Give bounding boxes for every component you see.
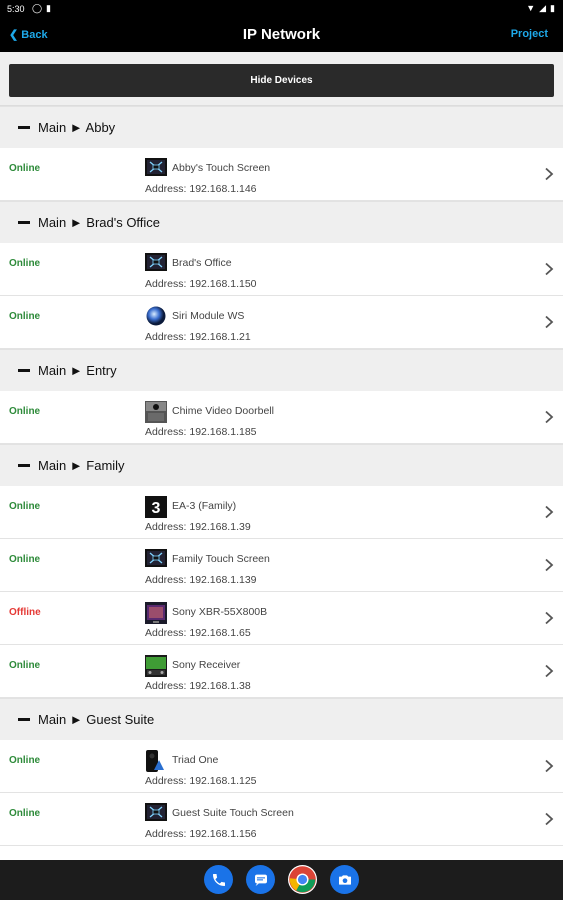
chevron-right-icon[interactable]: [544, 611, 554, 625]
device-status: Online: [9, 163, 41, 174]
collapse-minus-icon[interactable]: [18, 718, 30, 721]
device-status: Online: [9, 311, 41, 322]
chevron-right-icon[interactable]: [544, 558, 554, 572]
touch-screen-icon: [145, 158, 167, 176]
section-header[interactable]: Main ► Brad's Office: [0, 201, 563, 243]
device-address: Address: 192.168.1.38: [145, 680, 251, 692]
toolbar: Hide Devices: [0, 52, 563, 106]
device-row[interactable]: Online Family Touch Screen Address: 192.16…: [0, 539, 563, 592]
svg-text:3: 3: [152, 500, 161, 517]
device-row[interactable]: Online Guest Suite Touch Screen Address: 1…: [0, 793, 563, 846]
device-name: Brad's Office: [172, 257, 232, 269]
project-button[interactable]: Project: [511, 28, 548, 40]
section-header[interactable]: Main ► Guest Suite: [0, 698, 563, 740]
device-status: Online: [9, 258, 41, 269]
device-name: Triad One: [172, 754, 219, 766]
device-status: Online: [9, 406, 41, 417]
section-header[interactable]: Main ► Abby: [0, 106, 563, 148]
device-status: Online: [9, 660, 41, 671]
collapse-minus-icon[interactable]: [18, 221, 30, 224]
device-name: Sony Receiver: [172, 659, 241, 671]
battery-icon: ▮: [550, 3, 555, 13]
device-address: Address: 192.168.1.146: [145, 183, 257, 195]
device-row[interactable]: Online Chime Video Doorbell Address: 192.1…: [0, 391, 563, 444]
notification-icon: ◯: [32, 3, 43, 13]
touch-screen-icon: [145, 803, 167, 821]
device-row[interactable]: Online Sony Receiver Address: 192.168.1.38: [0, 645, 563, 698]
status-bar: 5:30 ◯ ▮ ▼ ◢ ▮: [0, 0, 563, 18]
chevron-right-icon[interactable]: [544, 759, 554, 773]
device-name: Sony XBR-55X800B: [172, 606, 268, 618]
device-address: Address: 192.168.1.39: [145, 521, 251, 533]
device-status: Online: [9, 554, 41, 565]
section-header[interactable]: Main ► Entry: [0, 349, 563, 391]
chevron-right-icon[interactable]: [544, 664, 554, 678]
device-row[interactable]: Online Brad's Office Address: 192.168.1.15…: [0, 243, 563, 296]
device-status: Offline: [9, 607, 41, 618]
receiver-icon: [145, 655, 167, 677]
collapse-minus-icon[interactable]: [18, 126, 30, 129]
signal-icon: ◢: [539, 3, 547, 13]
device-name: Siri Module WS: [172, 310, 245, 322]
touch-screen-icon: [145, 253, 167, 271]
chrome-icon[interactable]: [288, 865, 317, 894]
device-address: Address: 192.168.1.139: [145, 574, 257, 586]
chevron-right-icon[interactable]: [544, 315, 554, 329]
wifi-icon: ▼: [526, 3, 536, 13]
device-status: Online: [9, 501, 41, 512]
device-address: Address: 192.168.1.185: [145, 426, 257, 438]
status-time: 5:30: [7, 4, 25, 14]
siri-orb-icon: [145, 306, 167, 326]
phone-icon[interactable]: [204, 865, 233, 894]
messages-icon[interactable]: [246, 865, 275, 894]
device-status: Online: [9, 755, 41, 766]
navigation-bar: ❮ Back IP Network Project: [0, 18, 563, 52]
device-name: Guest Suite Touch Screen: [172, 807, 294, 819]
camera-icon[interactable]: [330, 865, 359, 894]
device-address: Address: 192.168.1.150: [145, 278, 257, 290]
device-name: EA-3 (Family): [172, 500, 237, 512]
chevron-right-icon[interactable]: [544, 505, 554, 519]
collapse-minus-icon[interactable]: [18, 369, 30, 372]
section-title: Main ► Guest Suite: [38, 712, 155, 727]
collapse-minus-icon[interactable]: [18, 464, 30, 467]
device-status: Online: [9, 808, 41, 819]
device-list[interactable]: Main ► Abby Online Abby's Touch Screen Addr…: [0, 106, 563, 860]
system-dock: [0, 860, 563, 900]
section-title: Main ► Brad's Office: [38, 215, 161, 230]
device-row[interactable]: Online Abby's Touch Screen Address: 192.16…: [0, 148, 563, 201]
triad-speaker-icon: [145, 750, 167, 772]
page-title: IP Network: [242, 26, 321, 43]
sim-card-icon: ▮: [46, 3, 51, 13]
chevron-right-icon[interactable]: [544, 812, 554, 826]
section-title: Main ► Entry: [38, 363, 117, 378]
chevron-right-icon[interactable]: [544, 410, 554, 424]
tv-icon: [145, 602, 167, 624]
device-name: Chime Video Doorbell: [172, 405, 274, 417]
section-title: Main ► Family: [38, 458, 125, 473]
device-address: Address: 192.168.1.156: [145, 828, 257, 840]
device-address: Address: 192.168.1.125: [145, 775, 257, 787]
ea3-controller-icon: 3: [145, 496, 167, 518]
device-name: Abby's Touch Screen: [172, 162, 271, 174]
chevron-right-icon[interactable]: [544, 262, 554, 276]
device-address: Address: 192.168.1.21: [145, 331, 251, 343]
touch-screen-icon: [145, 549, 167, 567]
chevron-right-icon[interactable]: [544, 167, 554, 181]
device-row[interactable]: Online Siri Module WS Address: 192.168.1.2…: [0, 296, 563, 349]
device-address: Address: 192.168.1.65: [145, 627, 251, 639]
doorbell-icon: [145, 401, 167, 423]
device-row[interactable]: Online 3 EA-3 (Family) Address: 192.168.1.3…: [0, 486, 563, 539]
section-title: Main ► Abby: [38, 120, 116, 135]
section-header[interactable]: Main ► Family: [0, 444, 563, 486]
device-name: Family Touch Screen: [172, 553, 270, 565]
device-row[interactable]: Online Triad One Address: 192.168.1.125: [0, 740, 563, 793]
hide-devices-button[interactable]: Hide Devices: [9, 64, 554, 97]
device-row[interactable]: Offline Sony XBR-55X800B Address: 192.168.…: [0, 592, 563, 645]
